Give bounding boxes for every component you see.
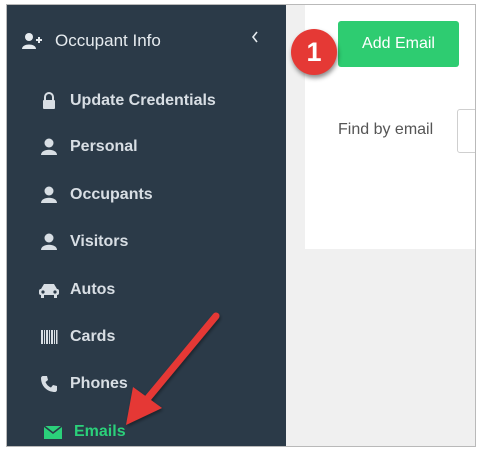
sidebar-item-label: Update Credentials [70, 92, 216, 109]
sidebar-item-phones[interactable]: Phones [7, 364, 286, 404]
envelope-icon [42, 423, 64, 441]
sidebar-item-autos[interactable]: Autos [7, 270, 286, 310]
sidebar-item-occupants[interactable]: Occupants [7, 175, 286, 215]
lock-icon [38, 92, 60, 110]
sidebar-header-occupant-info[interactable]: Occupant Info [7, 5, 286, 77]
sidebar-item-personal[interactable]: Personal [7, 127, 286, 167]
add-email-button[interactable]: Add Email [338, 21, 459, 67]
sidebar: Occupant Info Update Credentials Persona… [7, 5, 286, 446]
user-icon [38, 186, 60, 204]
sidebar-item-cards[interactable]: Cards [7, 317, 286, 357]
find-by-email-input[interactable] [457, 109, 475, 153]
sidebar-item-label: Emails [74, 423, 126, 440]
sidebar-item-label: Cards [70, 328, 116, 345]
sidebar-item-label: Visitors [70, 233, 129, 250]
chevron-left-icon[interactable] [250, 29, 260, 43]
sidebar-item-label: Phones [70, 375, 128, 392]
find-by-email-label: Find by email [338, 121, 434, 138]
sidebar-item-update-credentials[interactable]: Update Credentials [7, 81, 286, 121]
sidebar-header-label: Occupant Info [55, 31, 161, 50]
sidebar-item-label: Autos [70, 281, 116, 298]
sidebar-item-emails[interactable]: Emails [7, 412, 286, 446]
user-icon [38, 233, 60, 251]
sidebar-item-label: Personal [70, 138, 138, 155]
app-window: Occupant Info Update Credentials Persona… [6, 4, 476, 447]
phone-icon [38, 375, 60, 393]
barcode-icon [38, 328, 60, 346]
step-number-badge: 1 [291, 29, 337, 75]
car-icon [38, 281, 60, 299]
sidebar-item-visitors[interactable]: Visitors [7, 222, 286, 262]
user-icon [38, 138, 60, 156]
add-user-icon [21, 32, 43, 50]
sidebar-item-label: Occupants [70, 186, 153, 203]
